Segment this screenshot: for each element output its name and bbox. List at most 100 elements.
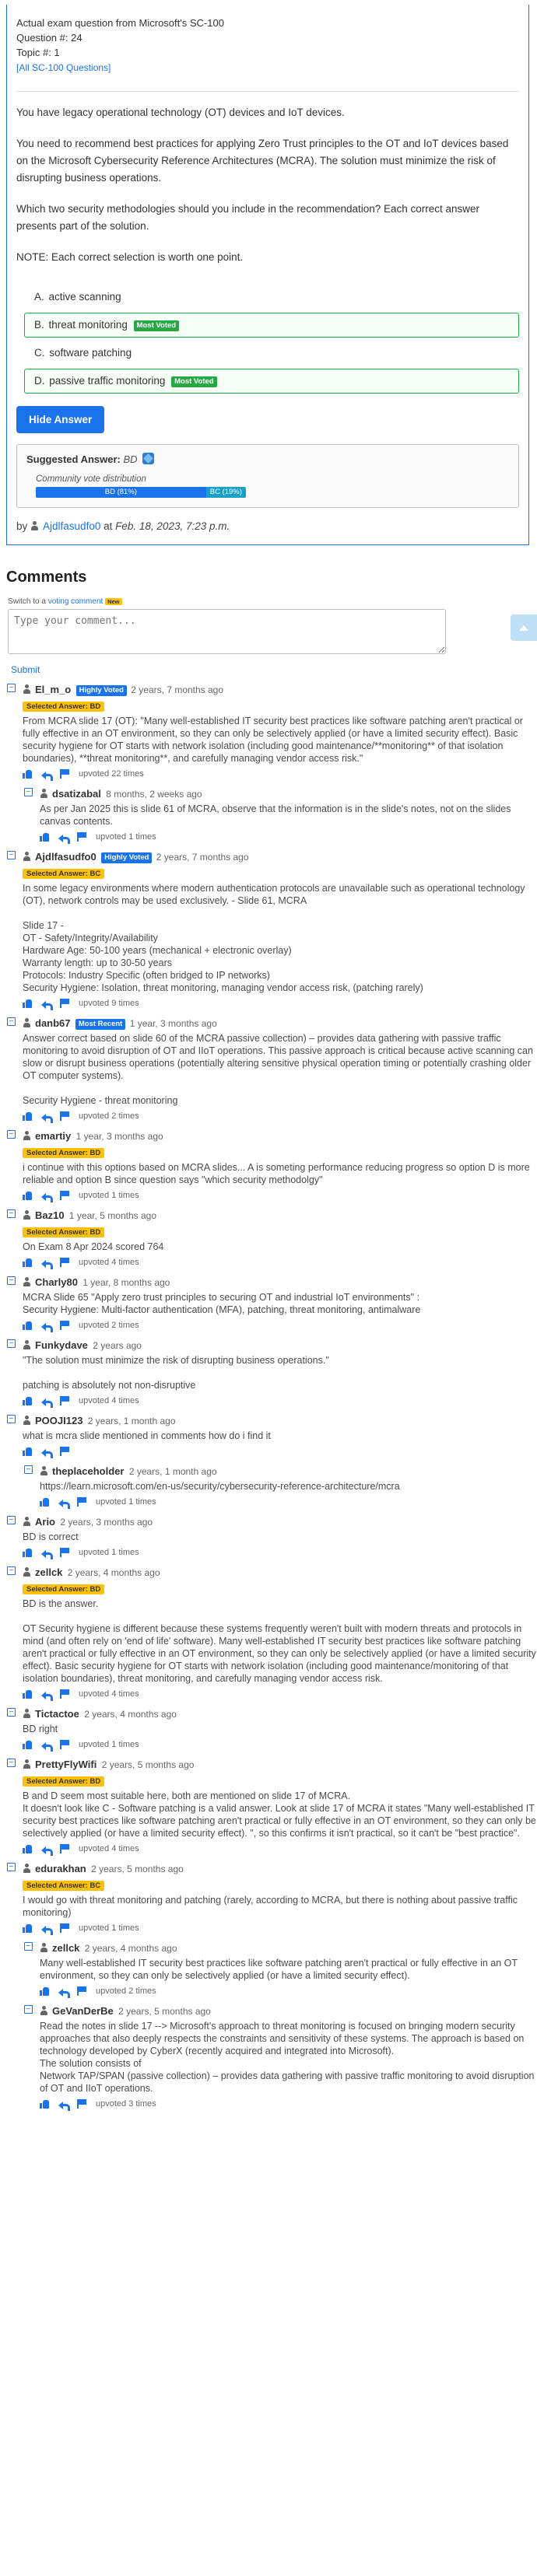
upvote-icon[interactable] bbox=[40, 2099, 49, 2109]
flag-icon[interactable] bbox=[77, 2099, 86, 2109]
reply-icon[interactable] bbox=[41, 1689, 53, 1701]
scroll-to-top-button[interactable] bbox=[511, 614, 537, 641]
reply-icon[interactable] bbox=[58, 2099, 70, 2111]
flag-icon[interactable] bbox=[60, 1258, 69, 1267]
flag-icon[interactable] bbox=[60, 1396, 69, 1405]
reply-icon[interactable] bbox=[58, 1986, 70, 1998]
collapse-toggle[interactable]: − bbox=[7, 1566, 16, 1575]
upvote-icon[interactable] bbox=[23, 1191, 32, 1200]
collapse-toggle[interactable]: − bbox=[24, 1942, 33, 1951]
reply-icon[interactable] bbox=[41, 1548, 53, 1559]
flag-icon[interactable] bbox=[60, 1689, 69, 1699]
comment-username[interactable]: Funkydave bbox=[35, 1339, 88, 1351]
collapse-toggle[interactable]: − bbox=[7, 1863, 16, 1871]
comment-date: 2 years, 4 months ago bbox=[67, 1567, 160, 1578]
choice-c[interactable]: C. software patching bbox=[24, 341, 519, 366]
flag-icon[interactable] bbox=[60, 1111, 69, 1121]
comment-username[interactable]: zellck bbox=[52, 1942, 79, 1954]
flag-icon[interactable] bbox=[60, 1321, 69, 1330]
flag-icon[interactable] bbox=[60, 1844, 69, 1853]
choice-b[interactable]: B. threat monitoring Most Voted bbox=[24, 313, 519, 338]
upvote-icon[interactable] bbox=[23, 999, 32, 1008]
hide-answer-button[interactable]: Hide Answer bbox=[16, 406, 105, 433]
collapse-toggle[interactable]: − bbox=[7, 684, 16, 692]
reply-icon[interactable] bbox=[41, 1447, 53, 1458]
reply-icon[interactable] bbox=[41, 1923, 53, 1935]
comment-username[interactable]: dsatizabal bbox=[52, 788, 101, 800]
choice-a[interactable]: A. active scanning bbox=[24, 285, 519, 310]
flag-icon[interactable] bbox=[77, 1497, 86, 1507]
submit-button[interactable]: Submit bbox=[11, 664, 537, 675]
collapse-toggle[interactable]: − bbox=[24, 788, 33, 796]
comment-username[interactable]: PrettyFlyWifi bbox=[35, 1759, 97, 1770]
flag-icon[interactable] bbox=[77, 1986, 86, 1996]
comment-username[interactable]: GeVanDerBe bbox=[52, 2005, 114, 2017]
reply-icon[interactable] bbox=[41, 1258, 53, 1269]
comment-username[interactable]: Baz10 bbox=[35, 1209, 65, 1221]
upvote-icon[interactable] bbox=[23, 1844, 32, 1853]
voting-comment-link[interactable]: voting comment bbox=[48, 597, 104, 606]
reply-icon[interactable] bbox=[41, 1740, 53, 1752]
comment-username[interactable]: Ario bbox=[35, 1516, 55, 1528]
comment-actions: upvoted 1 times bbox=[23, 1739, 537, 1752]
comment-username[interactable]: emartiy bbox=[35, 1130, 71, 1142]
comment-username[interactable]: Ajdlfasudfo0 bbox=[35, 851, 97, 863]
comment-username[interactable]: Charly80 bbox=[35, 1276, 78, 1288]
upvote-icon[interactable] bbox=[23, 1111, 32, 1121]
flag-icon[interactable] bbox=[60, 999, 69, 1008]
collapse-toggle[interactable]: − bbox=[7, 1415, 16, 1423]
comment-username[interactable]: danb67 bbox=[35, 1017, 71, 1029]
choice-d[interactable]: D. passive traffic monitoring Most Voted bbox=[24, 369, 519, 394]
collapse-toggle[interactable]: − bbox=[7, 851, 16, 859]
comment-text: In some legacy environments where modern… bbox=[23, 883, 525, 993]
flag-icon[interactable] bbox=[60, 1548, 69, 1557]
reply-icon[interactable] bbox=[41, 1844, 53, 1856]
flag-icon[interactable] bbox=[60, 1923, 69, 1933]
author-link[interactable]: Ajdlfasudfo0 bbox=[30, 520, 100, 532]
upvote-icon[interactable] bbox=[23, 1923, 32, 1933]
upvote-icon[interactable] bbox=[23, 1740, 32, 1749]
all-questions-link[interactable]: [All SC-100 Questions] bbox=[16, 62, 111, 73]
comment-username[interactable]: El_m_o bbox=[35, 684, 71, 695]
upvote-icon[interactable] bbox=[40, 1986, 49, 1996]
reply-icon[interactable] bbox=[41, 1111, 53, 1123]
upvote-icon[interactable] bbox=[23, 1548, 32, 1557]
collapse-toggle[interactable]: − bbox=[7, 1276, 16, 1285]
upvote-icon[interactable] bbox=[23, 1396, 32, 1405]
reply-icon[interactable] bbox=[58, 1497, 70, 1509]
comment-username[interactable]: edurakhan bbox=[35, 1863, 86, 1874]
upvote-icon[interactable] bbox=[23, 1321, 32, 1330]
upvote-icon[interactable] bbox=[23, 1447, 32, 1456]
author-name: Ajdlfasudfo0 bbox=[43, 520, 101, 532]
collapse-toggle[interactable]: − bbox=[7, 1130, 16, 1139]
comment-username[interactable]: zellck bbox=[35, 1566, 62, 1578]
upvote-icon[interactable] bbox=[23, 1689, 32, 1699]
collapse-toggle[interactable]: − bbox=[7, 1759, 16, 1767]
comment-username[interactable]: Tictactoe bbox=[35, 1708, 79, 1720]
flag-icon[interactable] bbox=[60, 1740, 69, 1749]
collapse-toggle[interactable]: − bbox=[7, 1339, 16, 1348]
reply-icon[interactable] bbox=[41, 999, 53, 1010]
comment-username[interactable]: POOJI123 bbox=[35, 1415, 82, 1426]
upvote-icon[interactable] bbox=[23, 1258, 32, 1267]
flag-icon[interactable] bbox=[60, 1447, 69, 1456]
collapse-toggle[interactable]: − bbox=[7, 1708, 16, 1717]
comment-input[interactable] bbox=[8, 609, 446, 654]
comment-username[interactable]: theplaceholder bbox=[52, 1465, 124, 1477]
flag-icon[interactable] bbox=[60, 769, 69, 779]
collapse-toggle[interactable]: − bbox=[24, 1465, 33, 1474]
reply-icon[interactable] bbox=[41, 1396, 53, 1408]
collapse-toggle[interactable]: − bbox=[7, 1017, 16, 1026]
upvote-icon[interactable] bbox=[40, 1497, 49, 1507]
upvote-icon[interactable] bbox=[40, 832, 49, 842]
reply-icon[interactable] bbox=[41, 1321, 53, 1332]
reply-icon[interactable] bbox=[41, 769, 53, 781]
flag-icon[interactable] bbox=[77, 832, 86, 842]
reply-icon[interactable] bbox=[58, 832, 70, 844]
collapse-toggle[interactable]: − bbox=[7, 1209, 16, 1218]
upvote-icon[interactable] bbox=[23, 769, 32, 779]
collapse-toggle[interactable]: − bbox=[24, 2005, 33, 2014]
reply-icon[interactable] bbox=[41, 1191, 53, 1202]
flag-icon[interactable] bbox=[60, 1191, 69, 1200]
collapse-toggle[interactable]: − bbox=[7, 1516, 16, 1524]
